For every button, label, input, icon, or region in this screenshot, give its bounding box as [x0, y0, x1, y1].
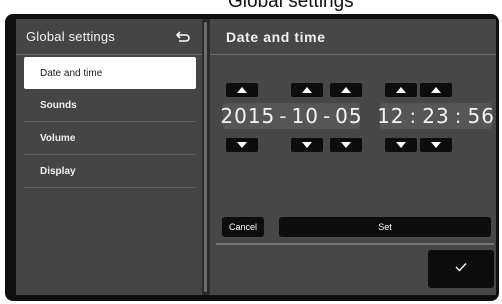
month-increment-button[interactable]: [291, 83, 323, 97]
year-value: 2015: [220, 104, 276, 128]
sidebar-item-volume[interactable]: Volume: [24, 123, 196, 155]
month-value: 10: [291, 104, 319, 128]
window-title: Global settings: [228, 0, 354, 12]
triangle-up-icon: [302, 87, 312, 93]
sidebar-item-label: Display: [40, 166, 76, 177]
hour-value: 12: [377, 104, 405, 128]
set-button-label: Set: [378, 222, 392, 232]
checkmark-icon: [454, 260, 468, 278]
year-increment-button[interactable]: [226, 83, 258, 97]
day-increment-button[interactable]: [330, 83, 362, 97]
main-header: Date and time: [210, 19, 496, 55]
date-separator: -: [322, 104, 332, 128]
triangle-down-icon: [431, 142, 441, 148]
time-separator: :: [454, 104, 463, 128]
triangle-down-icon: [341, 142, 351, 148]
year-decrement-button[interactable]: [226, 138, 258, 152]
triangle-up-icon: [396, 87, 406, 93]
triangle-down-icon: [396, 142, 406, 148]
triangle-up-icon: [237, 87, 247, 93]
sidebar-item-label: Date and time: [40, 67, 103, 79]
minute-increment-button[interactable]: [420, 83, 452, 97]
hour-increment-button[interactable]: [385, 83, 417, 97]
date-separator: -: [279, 104, 288, 128]
footer-divider: [216, 243, 494, 245]
set-button[interactable]: Set: [279, 217, 491, 237]
triangle-down-icon: [237, 142, 247, 148]
sidebar-item-date-and-time[interactable]: Date and time: [24, 57, 196, 89]
triangle-up-icon: [341, 87, 351, 93]
sidebar-item-display[interactable]: Display: [24, 156, 196, 188]
date-display: 2015 - 10 - 05: [220, 103, 363, 129]
sidebar-item-label: Volume: [40, 133, 76, 144]
day-value: 05: [335, 104, 363, 128]
time-separator: :: [409, 104, 418, 128]
time-display: 12 : 23 : 56: [377, 103, 495, 129]
sidebar-item-label: Sounds: [40, 100, 77, 111]
scrollbar-track[interactable]: [204, 22, 207, 292]
triangle-down-icon: [302, 142, 312, 148]
day-decrement-button[interactable]: [330, 138, 362, 152]
confirm-button[interactable]: [428, 250, 494, 288]
sidebar-item-sounds[interactable]: Sounds: [24, 90, 196, 122]
back-arrow-icon[interactable]: [174, 29, 192, 45]
month-decrement-button[interactable]: [291, 138, 323, 152]
second-value: 56: [467, 104, 495, 128]
triangle-up-icon: [431, 87, 441, 93]
minute-decrement-button[interactable]: [420, 138, 452, 152]
minute-value: 23: [422, 104, 450, 128]
page-title: Date and time: [226, 28, 326, 45]
cancel-button[interactable]: Cancel: [222, 217, 264, 237]
hour-decrement-button[interactable]: [385, 138, 417, 152]
sidebar-header: Global settings: [16, 19, 202, 55]
sidebar-title: Global settings: [26, 29, 115, 44]
sidebar: Global settings Date and time Sounds Vol…: [16, 19, 202, 295]
cancel-button-label: Cancel: [228, 222, 257, 232]
